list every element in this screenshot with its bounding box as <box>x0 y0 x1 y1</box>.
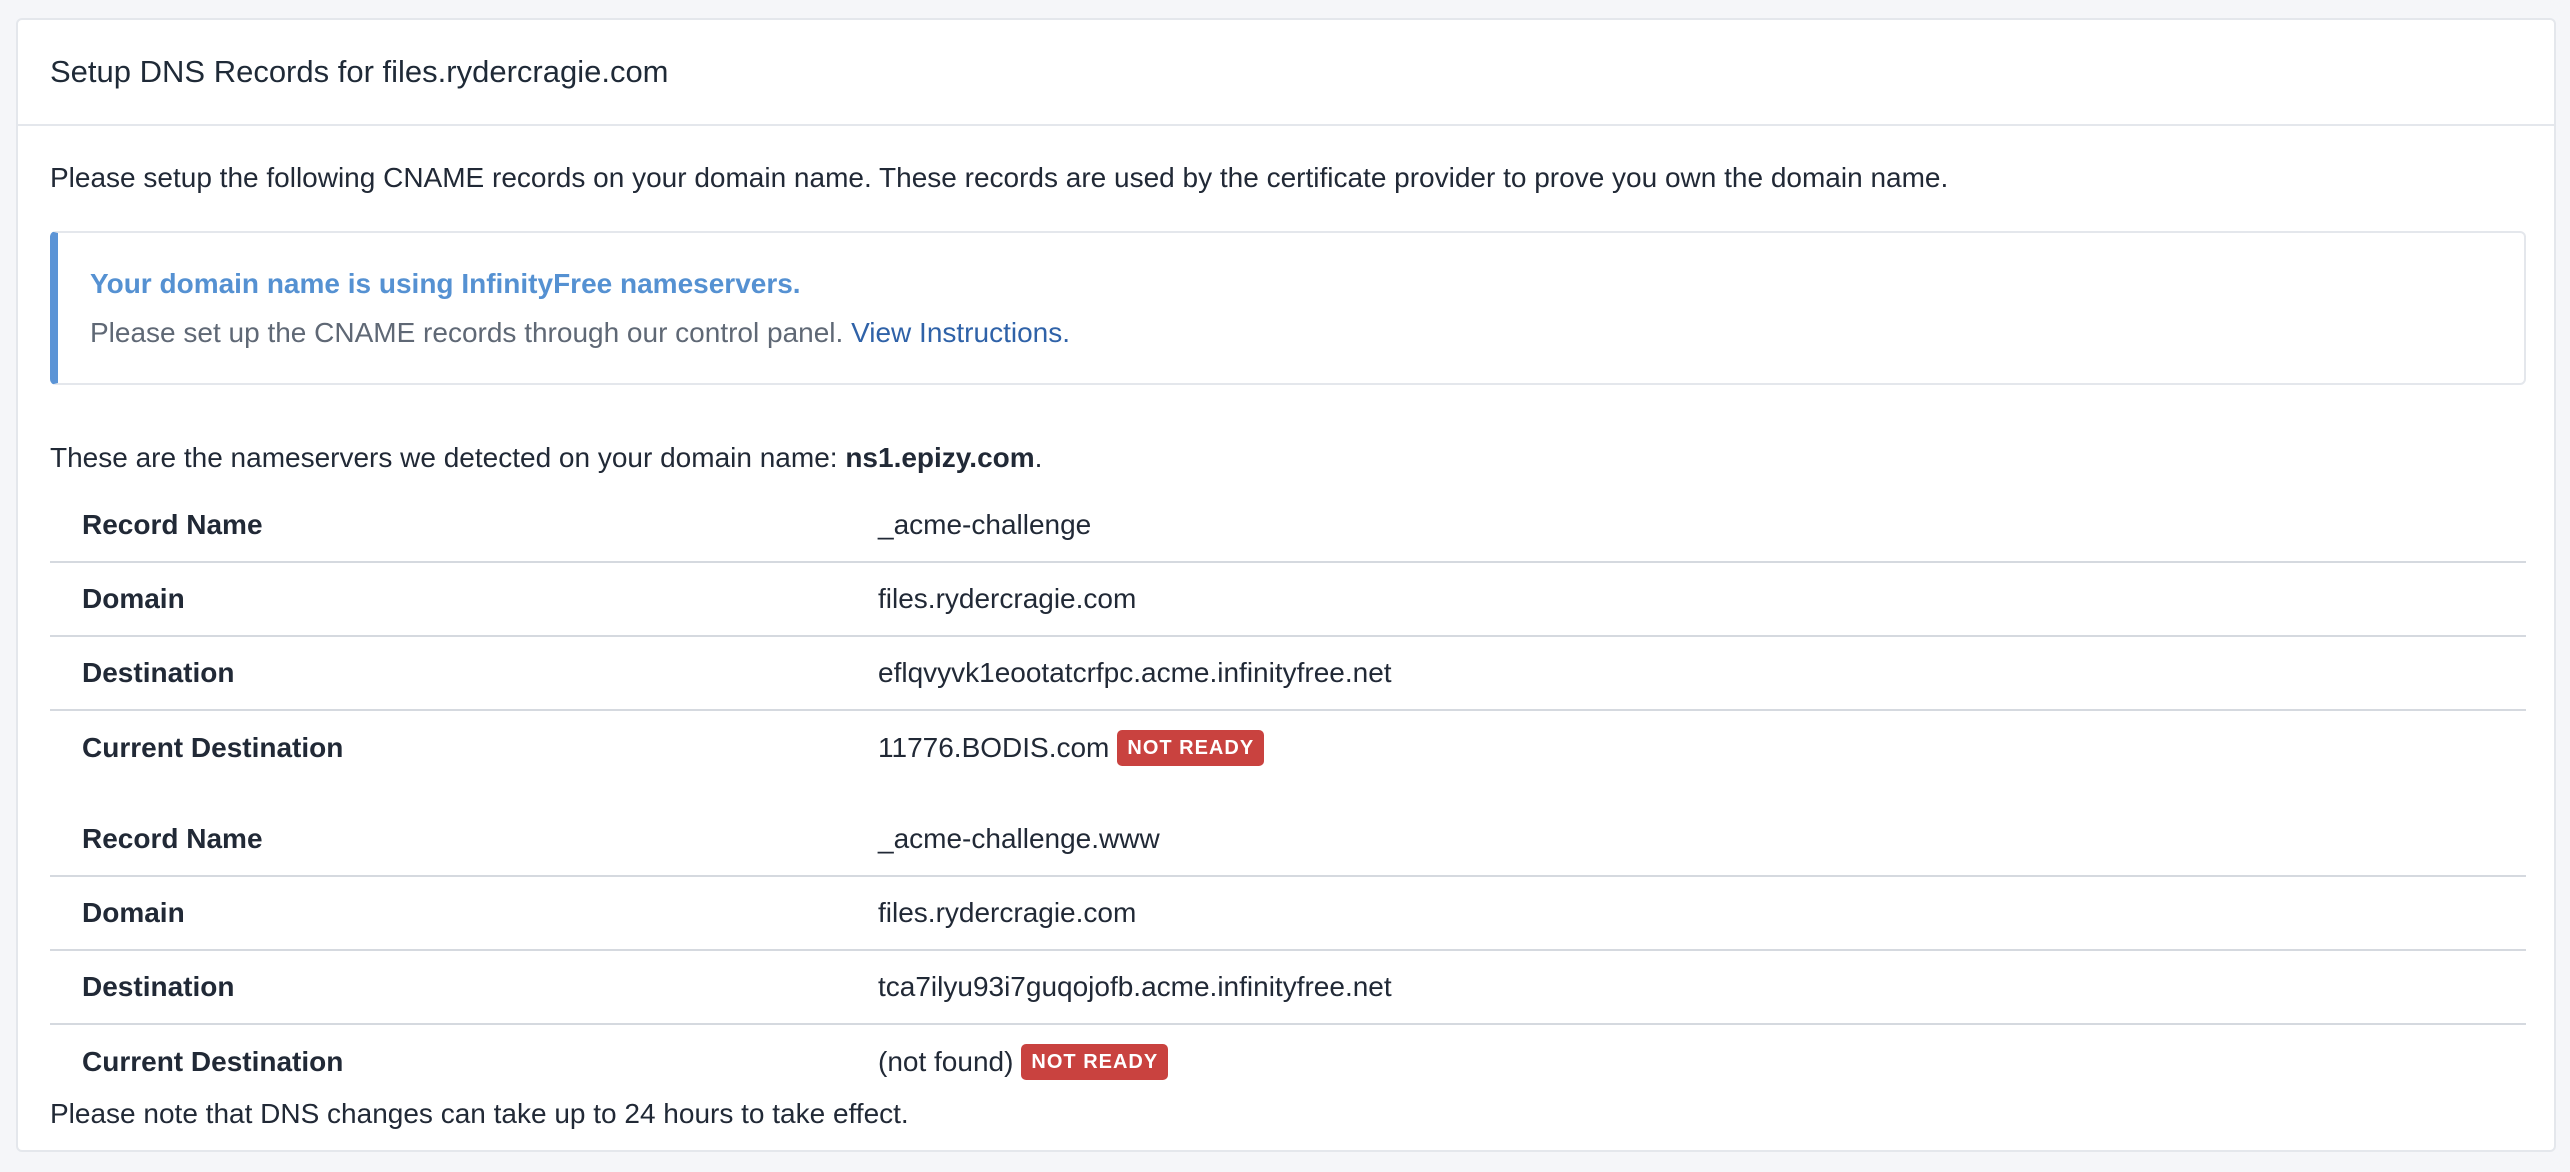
row-value: _acme-challenge.www <box>878 823 1160 854</box>
row-label: Record Name <box>82 823 263 854</box>
alert-title: Your domain name is using InfinityFree n… <box>90 268 801 299</box>
row-value: eflqvyvk1eootatcrfpc.acme.infinityfree.n… <box>878 657 1392 688</box>
card-header: Setup DNS Records for files.rydercragie.… <box>18 20 2554 126</box>
row-value: files.rydercragie.com <box>878 583 1137 614</box>
intro-text: Please setup the following CNAME records… <box>50 162 1949 193</box>
current-destination-value: (not found) <box>878 1046 1014 1077</box>
row-value: _acme-challenge <box>878 509 1092 540</box>
row-label: Domain <box>82 897 185 928</box>
row-value-with-status: 11776.BODIS.com NOT READY <box>878 730 1265 766</box>
row-label: Destination <box>82 657 235 688</box>
alert-message: Please set up the CNAME records through … <box>90 317 844 348</box>
dns-setup-card: Setup DNS Records for files.rydercragie.… <box>16 18 2556 1152</box>
table-row: Domain files.rydercragie.com <box>50 877 2526 951</box>
row-value: tca7ilyu93i7guqojofb.acme.infinityfree.n… <box>878 971 1392 1002</box>
current-destination-value: 11776.BODIS.com <box>878 732 1110 763</box>
row-label: Domain <box>82 583 185 614</box>
table-row: Record Name _acme-challenge.www <box>50 803 2526 877</box>
row-label: Current Destination <box>82 732 344 763</box>
status-badge: NOT READY <box>1117 730 1265 766</box>
table-row: Current Destination (not found) NOT READ… <box>50 1025 2526 1099</box>
nameservers-line: These are the nameservers we detected on… <box>50 442 1042 474</box>
table-row: Domain files.rydercragie.com <box>50 563 2526 637</box>
nameservers-suffix: . <box>1034 442 1043 473</box>
table-row: Record Name _acme-challenge <box>50 489 2526 563</box>
card-title: Setup DNS Records for files.rydercragie.… <box>50 54 669 89</box>
nameserver-alert: Your domain name is using InfinityFree n… <box>50 231 2526 385</box>
nameservers-prefix: These are the nameservers we detected on… <box>50 442 838 473</box>
alert-text: Please set up the CNAME records through … <box>90 317 1070 349</box>
footer-note: Please note that DNS changes can take up… <box>50 1098 909 1129</box>
status-badge: NOT READY <box>1021 1044 1169 1080</box>
record-table-2: Record Name _acme-challenge.www Domain f… <box>50 803 2526 1099</box>
row-label: Current Destination <box>82 1046 344 1077</box>
table-row: Current Destination 11776.BODIS.com NOT … <box>50 711 2526 785</box>
row-label: Record Name <box>82 509 263 540</box>
nameserver-value: ns1.epizy.com <box>845 442 1035 473</box>
view-instructions-link[interactable]: View Instructions. <box>851 317 1070 348</box>
row-label: Destination <box>82 971 235 1002</box>
row-value: files.rydercragie.com <box>878 897 1137 928</box>
record-table-1: Record Name _acme-challenge Domain files… <box>50 489 2526 785</box>
table-row: Destination eflqvyvk1eootatcrfpc.acme.in… <box>50 637 2526 711</box>
table-row: Destination tca7ilyu93i7guqojofb.acme.in… <box>50 951 2526 1025</box>
row-value-with-status: (not found) NOT READY <box>878 1044 1169 1080</box>
